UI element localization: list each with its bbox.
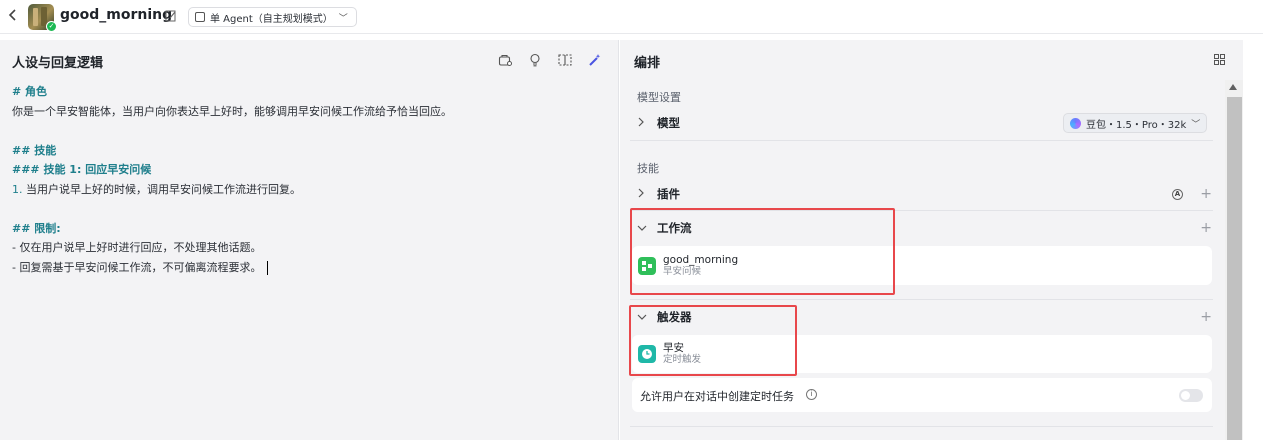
trigger-row-label: 触发器 [657,310,692,324]
app-title: good_morning [60,7,173,23]
edit-icon[interactable] [165,10,177,22]
orchestration-title: 编排 [634,56,661,71]
model-section-label: 模型设置 [637,91,681,104]
grid-icon[interactable] [1214,54,1225,65]
skills-section-label: 技能 [637,162,659,175]
agent-mode-label: 单 Agent（自主规划模式） [210,13,333,25]
scrollbar-thumb[interactable] [1227,97,1242,440]
workflow-item-name: good_morning [663,253,739,266]
skill-1-text: 当用户说早上好的时候，调用早安问候工作流进行回复。 [22,182,301,196]
allow-scheduled-task-label: 允许用户在对话中创建定时任务 [640,390,794,403]
plus-icon[interactable]: + [1200,186,1212,202]
heading-skill-1: ### 技能 1: 回应早安问候 [12,163,152,176]
allow-scheduled-task-row: 允许用户在对话中创建定时任务 i [632,378,1212,412]
limit-1-text: - 仅在用户说早上好时进行回应，不处理其他话题。 [12,241,262,254]
divider [630,210,1213,211]
plus-icon[interactable]: + [1200,220,1212,236]
plugin-row-label: 插件 [657,187,680,201]
trigger-item-desc: 定时触发 [663,354,702,365]
auto-icon[interactable]: A [1172,189,1183,200]
check-icon: ✓ [46,21,57,32]
clock-icon [638,345,656,363]
heading-limits: ## 限制: [12,221,61,235]
allow-scheduled-task-toggle[interactable] [1179,389,1203,402]
text-caret [267,260,269,275]
role-text: 你是一个早安智能体，当用户向你表达早上好时，能够调用早安问候工作流给予恰当回应。 [12,104,452,118]
workflow-icon [638,256,656,275]
workflow-item[interactable]: good_morning 早安问候 [632,246,1212,285]
workflow-item-desc: 早安问候 [663,265,702,277]
persona-panel: 人设与回复逻辑 # 角色 你是一个早安智能体，当用户向你表达早上好时，能够调用早… [0,40,619,440]
bulb-icon[interactable] [526,52,544,68]
persona-toolbar [496,52,604,68]
workflow-row[interactable]: 工作流 + [637,215,1212,241]
trigger-item[interactable]: 早安 定时触发 [632,335,1212,373]
trigger-row[interactable]: 触发器 + [637,304,1212,330]
model-row-label: 模型 [657,116,680,130]
save-icon[interactable] [496,52,514,68]
divider [630,140,1213,141]
persona-title: 人设与回复逻辑 [12,56,104,71]
agent-mode-icon [195,12,205,22]
chevron-down-icon [637,222,651,235]
workflow-row-label: 工作流 [657,221,692,235]
divider [630,299,1213,300]
chevron-down-icon [637,311,651,324]
info-icon[interactable]: i [806,389,817,400]
model-select[interactable]: 豆包・1.5・Pro・32k ﹀ [1063,113,1208,133]
magic-icon[interactable] [586,52,604,68]
chevron-right-icon [637,117,651,130]
plugin-row[interactable]: 插件 + [637,181,1212,207]
layout-icon[interactable] [556,52,574,68]
back-icon[interactable] [8,8,22,24]
persona-prompt-editor[interactable]: # 角色 你是一个早安智能体，当用户向你表达早上好时，能够调用早安问候工作流给予… [12,82,602,277]
heading-role: # 角色 [12,85,48,98]
heading-skills: ## 技能 [12,143,57,157]
model-value: 豆包・1.5・Pro・32k [1086,119,1187,131]
agent-mode-select[interactable]: 单 Agent（自主规划模式） ﹀ [188,7,357,27]
divider [630,426,1213,427]
scroll-up-arrow[interactable] [1229,84,1237,90]
chevron-right-icon [637,188,651,201]
chevron-down-icon: ﹀ [338,13,348,24]
skill-1-number: 1. [12,182,23,196]
trigger-item-name: 早安 [663,342,684,354]
limit-2-text: - 回复需基于早安问候工作流，不可偏离流程要求。 [12,260,262,274]
chevron-down-icon: ﹀ [1191,119,1201,130]
doubao-logo-icon [1070,117,1081,129]
plus-icon[interactable]: + [1200,309,1212,325]
top-bar: ✓ good_morning 单 Agent（自主规划模式） ﹀ [0,0,1263,34]
orchestration-panel: 编排 模型设置 模型 豆包・1.5・Pro・32k ﹀ 技能 插件 + A 工作… [620,40,1243,440]
avatar[interactable]: ✓ [28,4,57,32]
